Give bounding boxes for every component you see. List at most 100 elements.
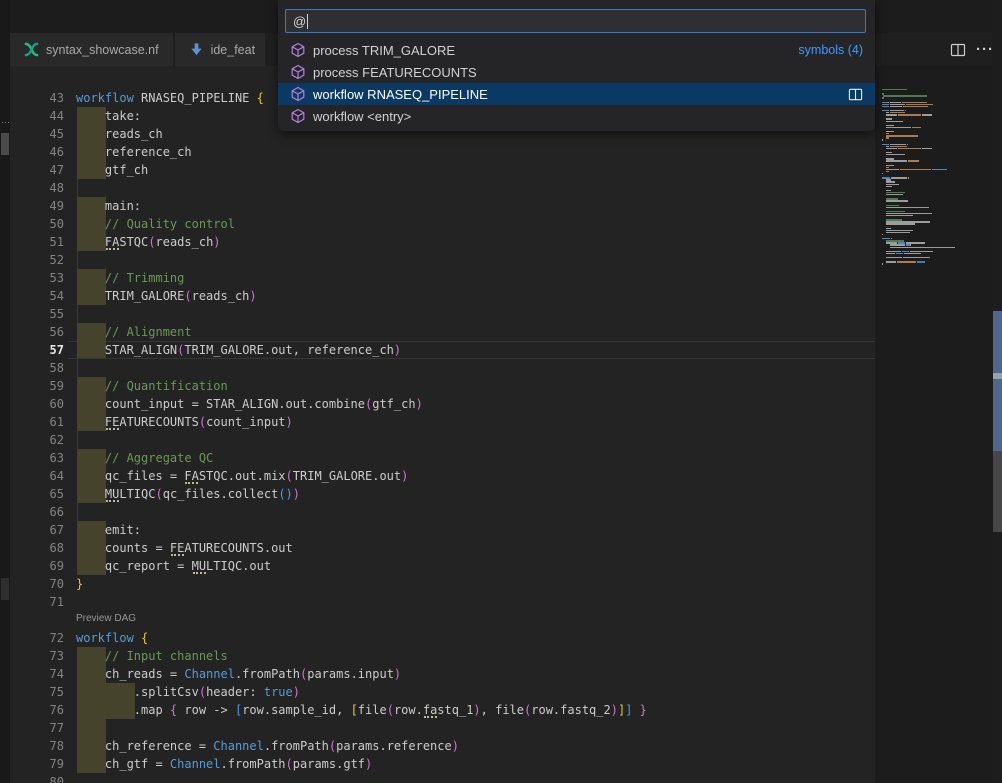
code-editor[interactable]: 43workflow RNASEQ_PIPELINE {44 take:45 r… bbox=[10, 66, 875, 783]
code-line-59[interactable]: 59 // Quantification bbox=[10, 377, 875, 395]
code-text: counts = FEATURECOUNTS.out bbox=[76, 539, 293, 557]
line-number: 47 bbox=[10, 161, 64, 179]
line-number: 67 bbox=[10, 521, 64, 539]
overview-range-highlight bbox=[993, 311, 1002, 451]
open-to-side-icon[interactable] bbox=[847, 86, 863, 102]
line-number: 77 bbox=[10, 719, 64, 737]
tab-ide-features[interactable]: ide_feat bbox=[175, 33, 265, 66]
code-line-47[interactable]: 47 gtf_ch bbox=[10, 161, 875, 179]
minimap[interactable] bbox=[880, 66, 992, 783]
quickpick-item-label: workflow RNASEQ_PIPELINE bbox=[313, 87, 488, 102]
code-text: // Alignment bbox=[76, 323, 192, 341]
code-text: ch_gtf = Channel.fromPath(params.gtf) bbox=[76, 755, 372, 773]
code-line-75[interactable]: 75 .splitCsv(header: true) bbox=[10, 683, 875, 701]
code-line-48[interactable]: 48 bbox=[10, 179, 875, 197]
line-number: 54 bbox=[10, 287, 64, 305]
code-line-65[interactable]: 65 MULTIQC(qc_files.collect()) bbox=[10, 485, 875, 503]
quickpick-input[interactable]: @ bbox=[285, 9, 866, 33]
code-text: ch_reads = Channel.fromPath(params.input… bbox=[76, 665, 401, 683]
codelens-preview-dag[interactable]: Preview DAG bbox=[76, 613, 136, 624]
line-number: 78 bbox=[10, 737, 64, 755]
code-text: // Trimming bbox=[76, 269, 184, 287]
code-line-46[interactable]: 46 reference_ch bbox=[10, 143, 875, 161]
code-text: .map { row -> [row.sample_id, [file(row.… bbox=[76, 701, 647, 719]
code-text: reference_ch bbox=[76, 143, 192, 161]
line-number: 65 bbox=[10, 485, 64, 503]
code-line-77[interactable]: 77 bbox=[10, 719, 875, 737]
line-number: 50 bbox=[10, 215, 64, 233]
code-text: // Quality control bbox=[76, 215, 235, 233]
line-number: 63 bbox=[10, 449, 64, 467]
code-line-73[interactable]: 73 // Input channels bbox=[10, 647, 875, 665]
code-text: // Aggregate QC bbox=[76, 449, 213, 467]
line-number: 59 bbox=[10, 377, 64, 395]
code-line-49[interactable]: 49 main: bbox=[10, 197, 875, 215]
code-line-64[interactable]: 64 qc_files = FASTQC.out.mix(TRIM_GALORE… bbox=[10, 467, 875, 485]
code-line-55[interactable]: 55 bbox=[10, 305, 875, 323]
line-number: 51 bbox=[10, 233, 64, 251]
code-line-60[interactable]: 60 count_input = STAR_ALIGN.out.combine(… bbox=[10, 395, 875, 413]
quickpick-item-3[interactable]: workflow <entry> bbox=[278, 105, 875, 127]
code-text: FEATURECOUNTS(count_input) bbox=[76, 413, 293, 431]
code-line-79[interactable]: 79 ch_gtf = Channel.fromPath(params.gtf) bbox=[10, 755, 875, 773]
overview-ruler[interactable] bbox=[992, 0, 1002, 783]
code-text: TRIM_GALORE(reads_ch) bbox=[76, 287, 257, 305]
quickpick-item-0[interactable]: process TRIM_GALOREsymbols (4) bbox=[278, 39, 875, 61]
code-line-51[interactable]: 51 FASTQC(reads_ch) bbox=[10, 233, 875, 251]
code-line-74[interactable]: 74 ch_reads = Channel.fromPath(params.in… bbox=[10, 665, 875, 683]
code-line-67[interactable]: 67 emit: bbox=[10, 521, 875, 539]
code-line-66[interactable]: 66 bbox=[10, 503, 875, 521]
code-lines: 43workflow RNASEQ_PIPELINE {44 take:45 r… bbox=[10, 89, 875, 783]
code-line-63[interactable]: 63 // Aggregate QC bbox=[10, 449, 875, 467]
minimap-segment bbox=[882, 263, 883, 264]
code-line-68[interactable]: 68 counts = FEATURECOUNTS.out bbox=[10, 539, 875, 557]
line-number: 80 bbox=[10, 773, 64, 783]
scrollbar-slider[interactable] bbox=[993, 451, 1002, 532]
code-text: reads_ch bbox=[76, 125, 163, 143]
code-line-71[interactable]: 71 bbox=[10, 593, 875, 611]
code-text: .splitCsv(header: true) bbox=[76, 683, 300, 701]
code-text: take: bbox=[76, 107, 141, 125]
code-text: // Input channels bbox=[76, 647, 228, 665]
line-number: 69 bbox=[10, 557, 64, 575]
line-number: 70 bbox=[10, 575, 64, 593]
code-text: emit: bbox=[76, 521, 141, 539]
code-text: count_input = STAR_ALIGN.out.combine(gtf… bbox=[76, 395, 423, 413]
quickpick-item-label: process FEATURECOUNTS bbox=[313, 65, 477, 80]
code-line-54[interactable]: 54 TRIM_GALORE(reads_ch) bbox=[10, 287, 875, 305]
code-line-76[interactable]: 76 .map { row -> [row.sample_id, [file(r… bbox=[10, 701, 875, 719]
code-line-80[interactable]: 80 bbox=[10, 773, 875, 783]
line-number: 71 bbox=[10, 593, 64, 611]
quickpick-item-2[interactable]: workflow RNASEQ_PIPELINE bbox=[278, 83, 875, 105]
code-line-52[interactable]: 52 bbox=[10, 251, 875, 269]
code-line-56[interactable]: 56 // Alignment bbox=[10, 323, 875, 341]
quickpick-panel: @ process TRIM_GALOREsymbols (4) process … bbox=[278, 0, 875, 131]
code-line-72[interactable]: 72workflow { bbox=[10, 629, 875, 647]
indent-highlight bbox=[77, 719, 106, 737]
line-number: 57 bbox=[10, 341, 64, 359]
line-number: 46 bbox=[10, 143, 64, 161]
code-line-58[interactable]: 58 bbox=[10, 359, 875, 377]
code-line-62[interactable]: 62 bbox=[10, 431, 875, 449]
line-number: 79 bbox=[10, 755, 64, 773]
split-editor-icon[interactable] bbox=[949, 41, 966, 58]
line-number: 56 bbox=[10, 323, 64, 341]
tab-syntax-showcase[interactable]: syntax_showcase.nf bbox=[10, 33, 173, 66]
code-line-50[interactable]: 50 // Quality control bbox=[10, 215, 875, 233]
line-number: 68 bbox=[10, 539, 64, 557]
symbols-count-badge[interactable]: symbols (4) bbox=[798, 43, 863, 57]
indent-guide bbox=[77, 305, 78, 323]
code-text: workflow RNASEQ_PIPELINE { bbox=[76, 89, 264, 107]
code-line-78[interactable]: 78 ch_reference = Channel.fromPath(param… bbox=[10, 737, 875, 755]
code-line-69[interactable]: 69 qc_report = MULTIQC.out bbox=[10, 557, 875, 575]
code-line-53[interactable]: 53 // Trimming bbox=[10, 269, 875, 287]
code-line-57[interactable]: 57 STAR_ALIGN(TRIM_GALORE.out, reference… bbox=[10, 341, 875, 359]
quickpick-item-1[interactable]: process FEATURECOUNTS bbox=[278, 61, 875, 83]
code-line-61[interactable]: 61 FEATURECOUNTS(count_input) bbox=[10, 413, 875, 431]
line-number: 60 bbox=[10, 395, 64, 413]
code-line-70[interactable]: 70} bbox=[10, 575, 875, 593]
indent-guide bbox=[77, 179, 78, 197]
line-number: 52 bbox=[10, 251, 64, 269]
arrow-down-icon bbox=[189, 42, 204, 57]
left-strip-marker bbox=[1, 133, 9, 155]
